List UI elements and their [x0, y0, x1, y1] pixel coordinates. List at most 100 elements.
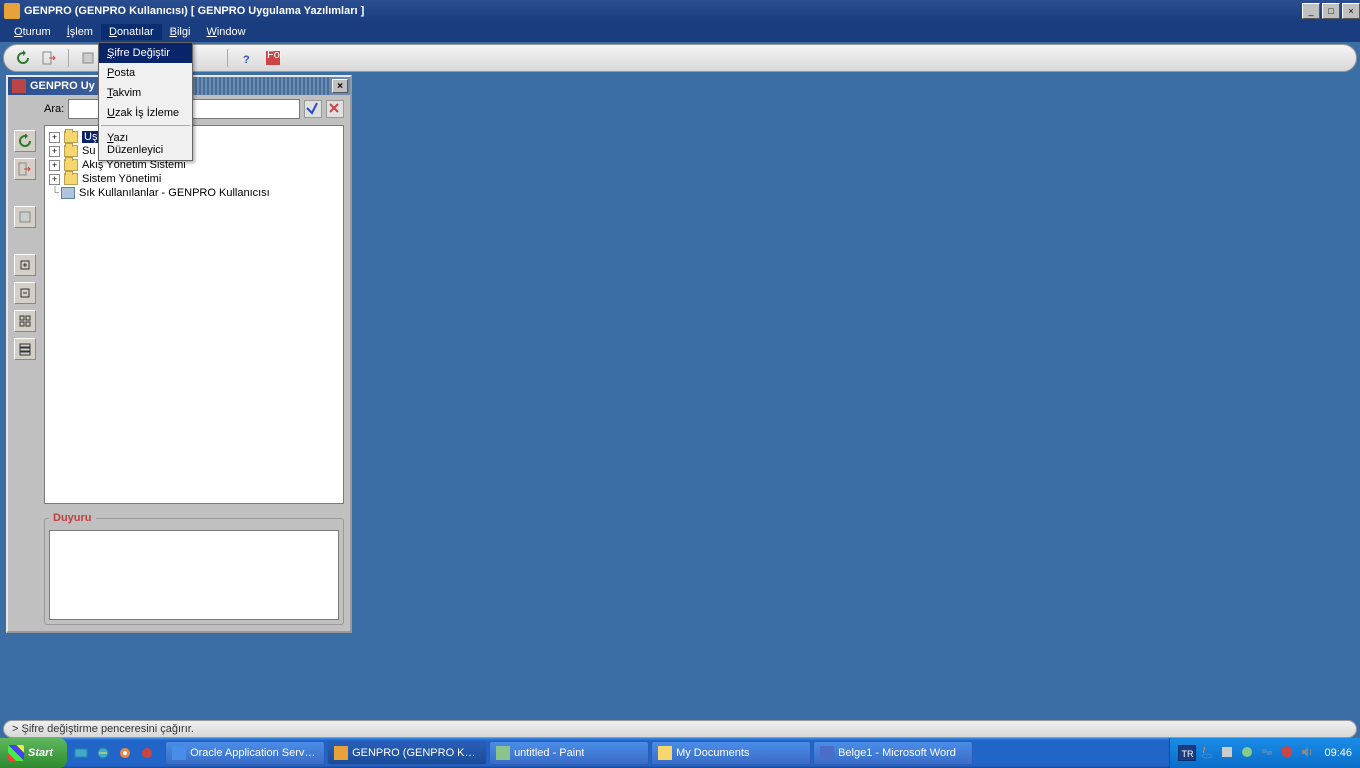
ql-ie-icon[interactable] — [93, 742, 113, 764]
dropdown-item[interactable]: Uzak İş İzleme — [99, 103, 192, 123]
announcement-panel: Duyuru — [44, 512, 344, 625]
search-row: Ara: — [38, 95, 350, 123]
tree-node[interactable]: + Sistem Yönetimi — [49, 172, 339, 186]
folder-icon — [64, 173, 78, 185]
quick-launch — [71, 742, 157, 764]
start-label: Start — [28, 747, 53, 759]
dropdown-item[interactable]: Posta — [99, 63, 192, 83]
taskbar-item-label: Belge1 - Microsoft Word — [838, 747, 956, 759]
windows-taskbar: Start Oracle Application Serve... GENPRO … — [0, 738, 1360, 768]
menu-i̇şlem[interactable]: İşlem — [59, 24, 101, 40]
tree-toggle[interactable]: + — [49, 146, 60, 157]
tree-label: Su — [82, 145, 95, 157]
taskbar-item-icon — [820, 746, 834, 760]
tray-volume-icon[interactable] — [1300, 745, 1316, 761]
tree-label: Sık Kullanılanlar - GENPRO Kullanıcısı — [79, 187, 270, 199]
ql-desktop-icon[interactable] — [71, 742, 91, 764]
dropdown-item[interactable]: Yazı Düzenleyici — [99, 128, 192, 160]
dropdown-item[interactable]: Takvim — [99, 83, 192, 103]
dropdown-item[interactable]: Şifre Değiştir — [99, 43, 192, 63]
side-exit-icon[interactable] — [14, 158, 36, 180]
side-btn-7[interactable] — [14, 338, 36, 360]
side-expand-icon[interactable] — [14, 254, 36, 276]
side-btn-6[interactable] — [14, 310, 36, 332]
tree-node[interactable]: └Sık Kullanılanlar - GENPRO Kullanıcısı — [49, 186, 339, 200]
svg-text:Form: Form — [267, 50, 281, 61]
help-icon[interactable]: ? — [236, 47, 258, 69]
system-tray: TR 09:46 — [1169, 738, 1360, 768]
menu-donatılar[interactable]: Donatılar — [101, 24, 162, 40]
tray-icon-3[interactable] — [1240, 745, 1256, 761]
taskbar-item-icon — [496, 746, 510, 760]
toolbar-app-icon[interactable]: Form — [262, 47, 284, 69]
taskbar-item-label: Oracle Application Serve... — [190, 747, 318, 759]
tree-view[interactable]: +Uşak Tekstil Sistemi+Su+Akış Yönetim Si… — [44, 125, 344, 504]
side-toolbar — [14, 130, 36, 360]
dropdown-separator — [101, 125, 190, 126]
taskbar-item-label: untitled - Paint — [514, 747, 584, 759]
minimize-button[interactable]: _ — [1302, 3, 1320, 19]
search-clear-button[interactable] — [326, 100, 344, 118]
donatilar-dropdown-menu: Şifre DeğiştirPostaTakvimUzak İş İzleme Y… — [98, 42, 193, 161]
tree-node[interactable]: +Uşak Tekstil Sistemi — [49, 130, 339, 144]
menu-window[interactable]: Window — [198, 24, 253, 40]
side-btn-3[interactable] — [14, 206, 36, 228]
window-title-bar: GENPRO (GENPRO Kullanıcısı) [ GENPRO Uyg… — [0, 0, 1360, 22]
taskbar-item[interactable]: Belge1 - Microsoft Word — [813, 741, 973, 765]
folder-icon — [64, 159, 78, 171]
menu-oturum[interactable]: Oturum — [6, 24, 59, 40]
taskbar-item[interactable]: untitled - Paint — [489, 741, 649, 765]
favorites-icon — [61, 187, 75, 199]
tree-label: Sistem Yönetimi — [82, 173, 161, 185]
taskbar-item-icon — [334, 746, 348, 760]
close-button[interactable]: × — [1342, 3, 1360, 19]
tree-toggle[interactable]: + — [49, 132, 60, 143]
taskbar-item-label: My Documents — [676, 747, 749, 759]
tree-node[interactable]: +Akış Yönetim Sistemi — [49, 158, 339, 172]
svg-text:?: ? — [243, 54, 250, 66]
navigator-title-text: GENPRO Uy — [30, 80, 95, 92]
toolbar-exit-icon[interactable] — [38, 47, 60, 69]
tray-shield-icon[interactable] — [1280, 745, 1296, 761]
taskbar-item-icon — [172, 746, 186, 760]
folder-icon — [64, 145, 78, 157]
navigator-close-button[interactable]: × — [332, 79, 348, 93]
search-go-button[interactable] — [304, 100, 322, 118]
clock[interactable]: 09:46 — [1324, 747, 1352, 759]
toolbar-separator — [227, 49, 228, 67]
search-label: Ara: — [44, 103, 64, 115]
taskbar-item-label: GENPRO (GENPRO Kull... — [352, 747, 480, 759]
tree-toggle[interactable]: + — [49, 160, 60, 171]
tree-node[interactable]: + Su — [49, 144, 339, 158]
maximize-button[interactable]: □ — [1322, 3, 1340, 19]
tray-network-icon[interactable] — [1260, 745, 1276, 761]
menu-bilgi[interactable]: Bilgi — [162, 24, 199, 40]
toolbar-btn-1[interactable] — [77, 47, 99, 69]
tray-icon-2[interactable] — [1220, 745, 1236, 761]
status-text: > Şifre değiştirme penceresini çağırır. — [12, 723, 194, 735]
ql-app-icon[interactable] — [137, 742, 157, 764]
taskbar-item[interactable]: Oracle Application Serve... — [165, 741, 325, 765]
main-toolbar: ? Form — [3, 44, 1357, 72]
toolbar-refresh-icon[interactable] — [12, 47, 34, 69]
tray-java-icon[interactable] — [1200, 745, 1216, 761]
taskbar-item-icon — [658, 746, 672, 760]
side-refresh-icon[interactable] — [14, 130, 36, 152]
ql-media-icon[interactable] — [115, 742, 135, 764]
language-indicator[interactable]: TR — [1178, 745, 1196, 761]
announcement-content — [49, 530, 339, 620]
side-collapse-icon[interactable] — [14, 282, 36, 304]
taskbar-item[interactable]: My Documents — [651, 741, 811, 765]
task-items: Oracle Application Serve... GENPRO (GENPR… — [165, 741, 1169, 765]
java-icon — [4, 3, 20, 19]
tree-toggle[interactable]: + — [49, 174, 60, 185]
announcement-label: Duyuru — [49, 512, 96, 524]
toolbar-separator — [68, 49, 69, 67]
taskbar-item[interactable]: GENPRO (GENPRO Kull... — [327, 741, 487, 765]
status-bar: > Şifre değiştirme penceresini çağırır. — [3, 720, 1357, 738]
windows-flag-icon — [8, 745, 24, 761]
folder-icon — [64, 131, 78, 143]
window-controls: _ □ × — [1300, 3, 1360, 19]
start-button[interactable]: Start — [0, 738, 67, 768]
navigator-icon — [12, 79, 26, 93]
